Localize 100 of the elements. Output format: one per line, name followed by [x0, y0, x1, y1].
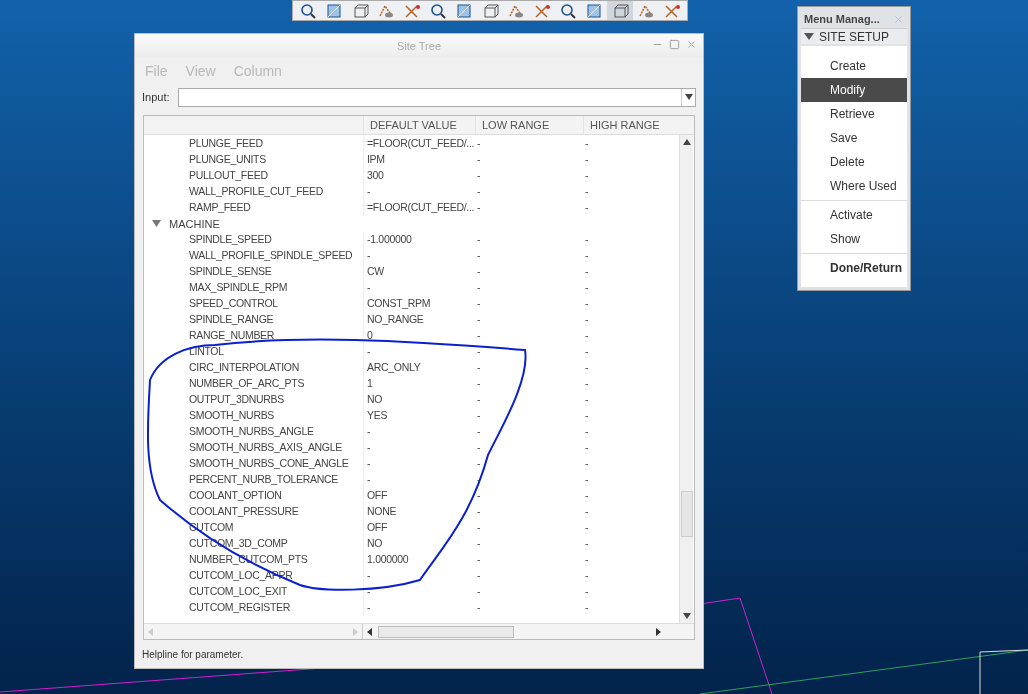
scroll-thumb[interactable] — [680, 491, 693, 537]
default-value: NO — [367, 392, 383, 408]
input-field[interactable] — [177, 87, 696, 107]
scroll-up-icon[interactable] — [682, 139, 691, 145]
default-value: IPM — [367, 152, 385, 168]
parameter-name: SMOOTH_NURBS_CONE_ANGLE — [189, 457, 349, 470]
low-range-value: - — [477, 569, 481, 582]
high-range-value: - — [585, 425, 589, 438]
column-header[interactable]: HIGH RANGE — [583, 116, 679, 134]
default-value: - — [367, 440, 371, 456]
low-range-value: - — [477, 409, 481, 422]
default-value: NO_RANGE — [367, 312, 424, 328]
low-range-value: - — [477, 361, 481, 374]
low-range-value: - — [477, 441, 481, 454]
default-value: NONE — [367, 504, 397, 520]
scroll-left-icon[interactable] — [367, 627, 372, 636]
scroll-thumb[interactable] — [378, 625, 514, 638]
parameter-name: PERCENT_NURB_TOLERANCE — [189, 473, 338, 486]
high-range-value: - — [585, 153, 589, 166]
column-header[interactable]: LOW RANGE — [475, 116, 583, 134]
parameter-name: PLUNGE_FEED — [189, 137, 263, 150]
default-value: 0 — [367, 328, 373, 344]
low-range-value: - — [477, 281, 481, 294]
low-range-value: - — [477, 153, 481, 166]
low-range-value: - — [477, 425, 481, 438]
menu-option[interactable]: Create — [801, 54, 907, 78]
default-value: - — [367, 584, 371, 600]
parameter-name: SPINDLE_SENSE — [189, 265, 272, 278]
low-range-value: - — [477, 537, 481, 550]
low-range-value: - — [477, 185, 481, 198]
menu-option[interactable]: Save — [801, 126, 907, 150]
vertical-scrollbar[interactable] — [679, 135, 693, 623]
low-range-value: - — [477, 137, 481, 150]
high-range-value: - — [585, 297, 589, 310]
default-value: OFF — [367, 488, 388, 504]
high-range-value: - — [585, 537, 589, 550]
menu-option[interactable]: Where Used — [801, 174, 907, 198]
column-header[interactable]: DEFAULT VALUE — [363, 116, 475, 134]
menu-option[interactable]: Delete — [801, 150, 907, 174]
menu-option[interactable]: Show — [801, 227, 907, 251]
low-range-value: - — [477, 601, 481, 614]
menu-option[interactable]: Retrieve — [801, 102, 907, 126]
expander-icon[interactable] — [152, 220, 161, 228]
close-icon[interactable] — [686, 39, 697, 50]
parameter-name: RANGE_NUMBER — [189, 329, 275, 342]
expander-icon[interactable] — [804, 33, 814, 40]
scroll-right-icon[interactable] — [656, 627, 661, 636]
high-range-value: - — [585, 281, 589, 294]
input-label: Input: — [142, 89, 170, 105]
high-range-value: - — [585, 569, 589, 582]
low-range-value: - — [477, 345, 481, 358]
parameter-name: SPINDLE_RANGE — [189, 313, 274, 326]
high-range-value: - — [585, 201, 589, 214]
high-range-value: - — [585, 585, 589, 598]
low-range-value: - — [477, 313, 481, 326]
parameter-name: PULLOUT_FEED — [189, 169, 268, 182]
parameter-name: LINTOL — [189, 345, 224, 358]
menu-option[interactable]: Activate — [801, 203, 907, 227]
parameter-name: SPINDLE_SPEED — [189, 233, 272, 246]
high-range-value: - — [585, 601, 589, 614]
panel-title: Menu Manag... — [804, 11, 880, 27]
low-range-value: - — [477, 457, 481, 470]
default-value: =FLOOR(CUT_FEED/... — [367, 136, 475, 152]
low-range-value: - — [477, 505, 481, 518]
parameter-name: SPEED_CONTROL — [189, 297, 278, 310]
low-range-value: - — [477, 249, 481, 262]
default-value: - — [367, 184, 371, 200]
high-range-value: - — [585, 393, 589, 406]
dropdown-icon[interactable] — [684, 94, 693, 100]
default-value: ARC_ONLY — [367, 360, 421, 376]
default-value: - — [367, 568, 371, 584]
menu-option[interactable]: Done/Return — [801, 256, 907, 280]
scroll-down-icon[interactable] — [682, 613, 691, 619]
parameter-name: OUTPUT_3DNURBS — [189, 393, 284, 406]
default-value: - — [367, 344, 371, 360]
default-value: OFF — [367, 520, 388, 536]
section-header[interactable]: SITE SETUP — [801, 28, 907, 44]
window-title: Site Tree — [397, 38, 441, 54]
default-value: 1.000000 — [367, 552, 409, 568]
parameter-name: WALL_PROFILE_CUT_FEED — [189, 185, 323, 198]
high-range-value: - — [585, 169, 589, 182]
high-range-value: - — [585, 505, 589, 518]
high-range-value: - — [585, 521, 589, 534]
menu-option[interactable]: Modify — [801, 78, 907, 102]
low-range-value: - — [477, 297, 481, 310]
high-range-value: - — [585, 377, 589, 390]
default-value: - — [367, 456, 371, 472]
parameter-name: RAMP_FEED — [189, 201, 251, 214]
high-range-value: - — [585, 457, 589, 470]
default-value: NO — [367, 536, 383, 552]
high-range-value: - — [585, 441, 589, 454]
high-range-value: - — [585, 473, 589, 486]
low-range-value: - — [477, 265, 481, 278]
toolbar-button[interactable] — [607, 1, 633, 20]
maximize-icon[interactable] — [669, 39, 680, 50]
low-range-value: - — [477, 201, 481, 214]
high-range-value: - — [585, 329, 589, 342]
parameter-name: WALL_PROFILE_SPINDLE_SPEED — [189, 249, 353, 262]
parameter-name: SMOOTH_NURBS — [189, 409, 275, 422]
parameter-name: SMOOTH_NURBS_AXIS_ANGLE — [189, 441, 342, 454]
